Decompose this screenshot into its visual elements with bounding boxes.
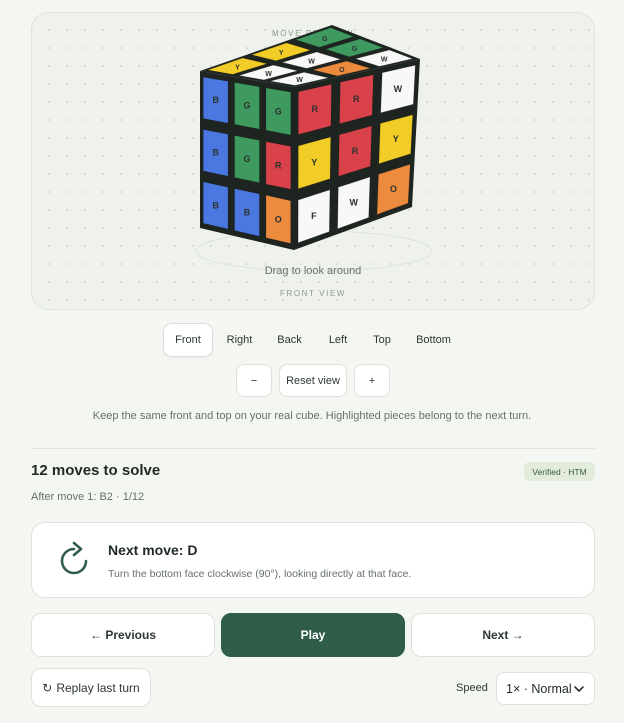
speed-select[interactable]: 1× · Normal: [496, 672, 595, 705]
sticker-letter: G: [243, 101, 250, 111]
sticker-letter: Y: [311, 158, 317, 168]
sticker-letter: Y: [393, 134, 399, 144]
chevron-down-icon: [574, 686, 584, 692]
speed-value: 1× · Normal: [506, 681, 572, 696]
view-right-button[interactable]: Right: [218, 323, 261, 357]
orientation-hint: Keep the same front and top on your real…: [92, 410, 532, 422]
sticker-letter: O: [390, 184, 397, 194]
sticker-letter: G: [243, 154, 250, 164]
drag-hint: Drag to look around: [264, 265, 362, 277]
sticker-letter: G: [352, 46, 358, 53]
sticker-letter: R: [352, 146, 359, 156]
sticker-letter: G: [322, 36, 328, 43]
replay-icon: ↻: [42, 680, 53, 695]
move-progress: After move 1: B2 · 1/12: [31, 491, 145, 503]
next-move-description: Turn the bottom face clockwise (90°), lo…: [108, 568, 412, 580]
speed-label: Speed: [456, 682, 488, 694]
sticker-letter: W: [394, 84, 403, 94]
sticker-letter: F: [311, 211, 317, 221]
previous-button[interactable]: ← Previous: [31, 613, 215, 657]
current-view-label: FRONT VIEW: [279, 289, 347, 298]
zoom-in-button[interactable]: +: [354, 364, 390, 397]
replay-label: Replay last turn: [56, 680, 140, 695]
sticker-letter: B: [212, 95, 219, 105]
sticker-letter: O: [339, 67, 345, 74]
divider: [31, 448, 595, 449]
view-back-button[interactable]: Back: [268, 323, 311, 357]
sticker-letter: G: [275, 106, 282, 116]
sticker-letter: Y: [279, 50, 284, 57]
view-top-button[interactable]: Top: [363, 323, 401, 357]
sticker-letter: O: [275, 214, 282, 224]
next-button[interactable]: Next →: [411, 613, 595, 657]
zoom-controls: − Reset view +: [0, 364, 624, 398]
sticker-letter: W: [381, 57, 388, 64]
sticker-letter: R: [275, 160, 282, 170]
zoom-out-button[interactable]: −: [236, 364, 272, 397]
next-move-title: Next move: D: [108, 542, 198, 558]
next-move-card: Next move: D Turn the bottom face clockw…: [31, 522, 595, 598]
sticker-letter: W: [349, 198, 358, 208]
sticker-letter: B: [244, 207, 251, 217]
sticker-letter: Y: [235, 65, 240, 72]
view-left-button[interactable]: Left: [318, 323, 358, 357]
sticker-letter: W: [296, 77, 303, 84]
cube-preview[interactable]: MOVE PREVIEW YYGWWGWOWRRWYRYFWOBGGBGRBBO…: [31, 12, 595, 310]
view-front-button[interactable]: Front: [163, 323, 213, 357]
view-selector: Front Right Back Left Top Bottom: [0, 323, 624, 357]
sticker-letter: W: [308, 59, 315, 66]
solve-title: 12 moves to solve: [31, 462, 161, 479]
replay-last-turn-button[interactable]: ↻ Replay last turn: [31, 668, 151, 707]
sticker-letter: R: [353, 94, 360, 104]
view-bottom-button[interactable]: Bottom: [407, 323, 460, 357]
play-button[interactable]: Play: [221, 613, 405, 657]
sticker-letter: R: [312, 104, 319, 114]
sticker-letter: B: [212, 200, 219, 210]
reset-view-button[interactable]: Reset view: [279, 364, 347, 397]
clockwise-rotate-icon: [60, 541, 88, 575]
verified-badge: Verified · HTM: [524, 462, 595, 481]
sticker-letter: B: [212, 148, 219, 158]
sticker-letter: W: [265, 71, 272, 78]
